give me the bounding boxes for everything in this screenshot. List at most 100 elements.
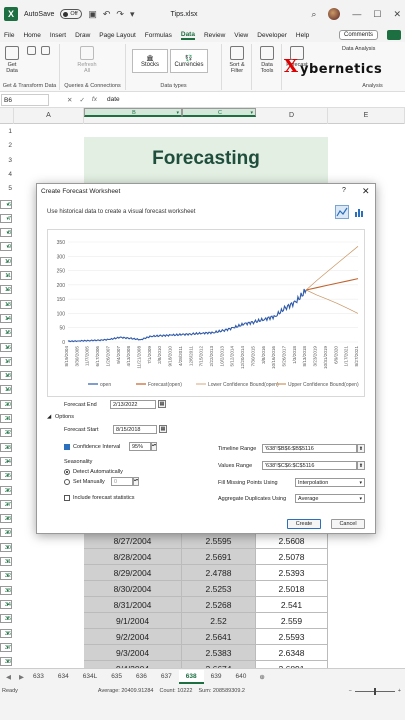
table-cell[interactable]: 9/1/2004: [84, 613, 182, 629]
row-header[interactable]: 33: [0, 585, 12, 595]
table-cell[interactable]: 8/30/2004: [84, 581, 182, 597]
tab-formulas[interactable]: Formulas: [145, 32, 172, 39]
zoom-out-icon[interactable]: −: [349, 688, 352, 694]
table-cell[interactable]: 8/31/2004: [84, 597, 182, 613]
formula-content[interactable]: date: [107, 96, 120, 103]
table-cell[interactable]: 2.5018: [256, 581, 328, 597]
values-range-input[interactable]: '638'!$C$6:$C$5116: [262, 461, 357, 470]
include-forecast-statistics-checkbox[interactable]: [64, 495, 70, 501]
row-header[interactable]: 19: [0, 385, 12, 395]
row-header[interactable]: 25: [0, 471, 12, 481]
row-header[interactable]: 21: [0, 414, 12, 423]
row-header[interactable]: 1: [0, 128, 12, 135]
column-header-d[interactable]: D: [256, 108, 328, 124]
row-header[interactable]: 29: [0, 528, 12, 538]
confidence-spinner[interactable]: ▴▾: [151, 442, 157, 451]
data-tools-button[interactable]: Data Tools: [255, 46, 279, 74]
table-cell[interactable]: 2.5595: [182, 533, 256, 549]
row-header[interactable]: 37: [0, 642, 12, 652]
enter-icon[interactable]: ✓: [79, 96, 84, 104]
table-cell[interactable]: 2.5253: [182, 581, 256, 597]
tab-review[interactable]: Review: [204, 32, 225, 39]
sheet-tab[interactable]: 633: [26, 670, 51, 684]
fx-icon[interactable]: fx: [92, 96, 97, 104]
options-label[interactable]: Options: [55, 414, 74, 420]
row-header[interactable]: 5: [0, 185, 12, 192]
sheet-tab[interactable]: 636: [129, 670, 154, 684]
row-header[interactable]: 23: [0, 442, 12, 452]
row-header[interactable]: 8: [0, 228, 12, 238]
column-header-a[interactable]: A: [14, 108, 84, 124]
create-button[interactable]: Create: [287, 519, 321, 529]
row-header[interactable]: 27: [0, 499, 12, 509]
table-cell[interactable]: 8/27/2004: [84, 533, 182, 549]
sheet-tab[interactable]: 634: [51, 670, 76, 684]
table-cell[interactable]: 9/3/2004: [84, 645, 182, 661]
currencies-button[interactable]: 💱 Currencies: [170, 49, 208, 73]
stocks-button[interactable]: 🏛 Stocks: [132, 49, 168, 73]
name-box[interactable]: B6: [1, 93, 49, 106]
tab-file[interactable]: File: [4, 32, 14, 39]
manual-spinner[interactable]: ▴▾: [133, 477, 139, 486]
sheet-tab[interactable]: 640: [228, 670, 253, 684]
add-sheet-icon[interactable]: ⊕: [259, 673, 264, 681]
fill-missing-select[interactable]: Interpolation: [295, 478, 365, 487]
data-analysis-button[interactable]: Data Analysis: [342, 46, 402, 52]
maximize-icon[interactable]: ☐: [373, 9, 381, 20]
calendar-icon[interactable]: ▦: [158, 400, 166, 408]
row-header[interactable]: 30: [0, 542, 12, 552]
row-header[interactable]: 22: [0, 428, 12, 438]
column-header-b[interactable]: B: [84, 108, 182, 117]
prev-sheet-icon[interactable]: ◀: [6, 673, 11, 681]
table-cell[interactable]: 2.541: [256, 597, 328, 613]
column-header-e[interactable]: E: [328, 108, 405, 124]
row-header[interactable]: 28: [0, 514, 12, 524]
redo-icon[interactable]: ↷: [116, 9, 124, 20]
zoom-in-icon[interactable]: +: [398, 688, 401, 694]
help-icon[interactable]: ?: [342, 187, 346, 194]
row-header[interactable]: 24: [0, 456, 12, 466]
aggregate-duplicates-select[interactable]: Average: [295, 494, 365, 503]
tab-draw[interactable]: Draw: [75, 32, 90, 39]
row-header[interactable]: 31: [0, 557, 12, 566]
table-cell[interactable]: 2.5691: [182, 549, 256, 565]
collapse-range-icon[interactable]: ⬆: [357, 444, 365, 453]
row-header[interactable]: 16: [0, 342, 12, 352]
customize-icon[interactable]: ▾: [130, 9, 135, 20]
row-header[interactable]: 17: [0, 356, 12, 366]
row-header[interactable]: 13: [0, 299, 12, 309]
table-cell[interactable]: 8/29/2004: [84, 565, 182, 581]
close-icon[interactable]: ✕: [393, 9, 401, 20]
row-header[interactable]: 38: [0, 657, 12, 667]
row-header[interactable]: 12: [0, 285, 12, 295]
get-data-button[interactable]: Get Data: [3, 46, 21, 74]
tab-page-layout[interactable]: Page Layout: [99, 32, 136, 39]
set-manually-radio[interactable]: [64, 479, 70, 485]
table-cell[interactable]: 2.559: [256, 613, 328, 629]
sheet-tab[interactable]: 639: [204, 670, 229, 684]
row-header[interactable]: 9: [0, 242, 12, 252]
cancel-icon[interactable]: ✕: [67, 96, 72, 104]
tab-help[interactable]: Help: [296, 32, 309, 39]
detect-automatically-radio[interactable]: [64, 469, 70, 475]
sort-filter-button[interactable]: Sort & Filter: [225, 46, 249, 74]
calendar-icon[interactable]: ▦: [159, 425, 167, 433]
table-cell[interactable]: 2.5608: [256, 533, 328, 549]
row-header[interactable]: 14: [0, 313, 12, 323]
row-header[interactable]: 32: [0, 571, 12, 581]
tab-insert[interactable]: Insert: [50, 32, 66, 39]
column-chart-view-button[interactable]: [352, 205, 366, 219]
search-icon[interactable]: ⌕: [311, 9, 316, 20]
row-header[interactable]: 2: [0, 142, 12, 149]
next-sheet-icon[interactable]: ▶: [19, 673, 24, 681]
row-header[interactable]: 36: [0, 628, 12, 638]
row-header[interactable]: 26: [0, 485, 12, 495]
column-header-c[interactable]: C: [182, 108, 256, 117]
timeline-range-input[interactable]: '638'!$B$6:$B$5116: [262, 444, 357, 453]
avatar[interactable]: [328, 8, 341, 20]
undo-icon[interactable]: ↶: [103, 9, 111, 20]
from-text-button[interactable]: [26, 46, 36, 57]
refresh-all-button[interactable]: Refresh All: [74, 46, 100, 74]
table-cell[interactable]: 2.5078: [256, 549, 328, 565]
line-chart-view-button[interactable]: [335, 205, 349, 219]
